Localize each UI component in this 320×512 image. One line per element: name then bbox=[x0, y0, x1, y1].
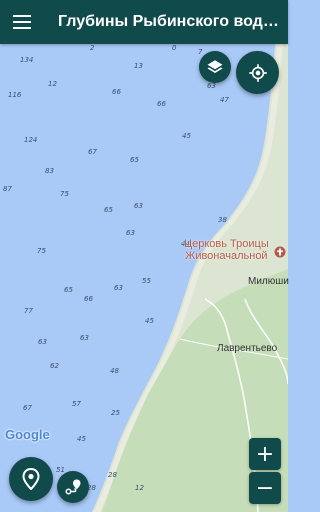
depth-label: 25 bbox=[111, 409, 120, 417]
depth-label: 45 bbox=[77, 435, 86, 443]
my-location-icon bbox=[248, 63, 267, 82]
depth-label: 87 bbox=[3, 185, 12, 193]
church-label[interactable]: Церковь Троицы Живоначальной bbox=[184, 238, 269, 262]
depth-label: 63 bbox=[114, 284, 123, 292]
depth-label: 75 bbox=[60, 190, 69, 198]
zoom-out-button[interactable]: − bbox=[249, 472, 281, 504]
depth-label: 134 bbox=[20, 56, 34, 64]
church-poi-icon bbox=[274, 246, 286, 258]
depth-label: 63 bbox=[126, 229, 135, 237]
depth-label: 116 bbox=[8, 91, 22, 99]
depth-label: 45 bbox=[145, 317, 154, 325]
google-attribution: Google bbox=[5, 427, 50, 442]
route-icon bbox=[65, 479, 81, 495]
depth-label: 2 bbox=[90, 44, 95, 52]
depth-label: 67 bbox=[23, 404, 32, 412]
depth-label: 62 bbox=[50, 362, 59, 370]
map-pin-icon bbox=[22, 468, 40, 490]
depth-label: 0 bbox=[172, 44, 177, 52]
depth-label: 77 bbox=[24, 307, 33, 315]
depth-label: 67 bbox=[88, 148, 97, 156]
depth-label: 65 bbox=[130, 156, 139, 164]
depth-label: 63 bbox=[207, 82, 216, 90]
map-view[interactable]: 2 134 13 0 7 12 66 66 47 63 116 45 124 6… bbox=[0, 44, 289, 512]
my-location-button[interactable] bbox=[236, 51, 279, 94]
menu-icon bbox=[13, 15, 31, 29]
layers-button[interactable] bbox=[199, 51, 231, 83]
depth-label: 66 bbox=[112, 88, 121, 96]
depth-label: 124 bbox=[24, 136, 38, 144]
depth-label: 55 bbox=[142, 277, 151, 285]
depth-label: 38 bbox=[218, 216, 227, 224]
depth-label: 65 bbox=[104, 206, 113, 214]
depth-label: 65 bbox=[64, 286, 73, 294]
depth-label: 63 bbox=[38, 338, 47, 346]
depth-label: 12 bbox=[135, 484, 144, 492]
add-point-button[interactable] bbox=[9, 457, 53, 501]
depth-label: 63 bbox=[80, 334, 89, 342]
depth-label: 66 bbox=[157, 100, 166, 108]
depth-label: 63 bbox=[134, 202, 143, 210]
depth-label: 13 bbox=[134, 62, 143, 70]
route-button[interactable] bbox=[57, 471, 89, 503]
depth-label: 66 bbox=[84, 295, 93, 303]
depth-label: 57 bbox=[72, 400, 81, 408]
depth-label: 75 bbox=[37, 247, 46, 255]
church-name-line2: Живоначальной bbox=[185, 250, 268, 262]
depth-label: 28 bbox=[108, 471, 117, 479]
depth-label: 47 bbox=[220, 96, 229, 104]
depth-label: 48 bbox=[110, 367, 119, 375]
app-title: Глубины Рыбинского водохранилища bbox=[58, 13, 288, 30]
depth-label: 7 bbox=[198, 48, 203, 56]
depth-label: 45 bbox=[182, 132, 191, 140]
village-label-milyushino: Милюши bbox=[248, 276, 289, 287]
layers-icon bbox=[207, 60, 223, 73]
menu-button[interactable] bbox=[2, 0, 42, 44]
app-bar: Глубины Рыбинского водохранилища bbox=[0, 0, 288, 44]
zoom-in-button[interactable]: + bbox=[249, 438, 281, 470]
church-name-line1: Церковь Троицы bbox=[184, 238, 269, 250]
village-label-lavrentevo: Лаврентьево bbox=[217, 343, 278, 354]
depth-label: 83 bbox=[45, 167, 54, 175]
depth-label: 12 bbox=[48, 80, 57, 88]
